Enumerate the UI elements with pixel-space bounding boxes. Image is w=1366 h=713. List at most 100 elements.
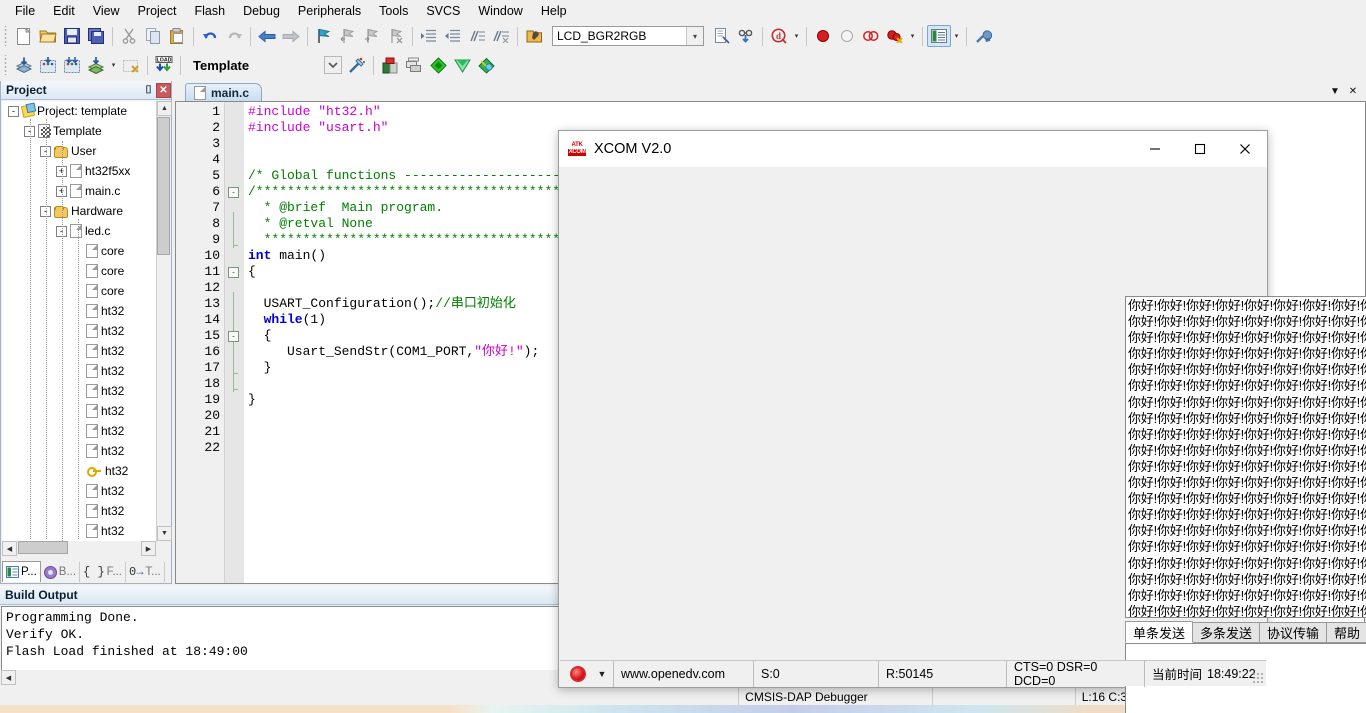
load-download-icon[interactable]: LOAD [152,54,176,76]
translate-icon[interactable] [12,54,36,76]
outdent-icon[interactable] [441,25,465,47]
project-tab-0[interactable]: P... [2,561,41,582]
bookmark-clear-icon[interactable] [384,25,408,47]
tree-item[interactable]: ht32 [2,501,156,521]
tree-hscroll-thumb[interactable] [18,541,68,554]
save-icon[interactable] [60,25,84,47]
indent-icon[interactable] [417,25,441,47]
tree-item[interactable]: ht32 [2,381,156,401]
stop-build-icon[interactable] [119,54,143,76]
manage-windows-dropdown-icon[interactable]: ▾ [951,25,962,47]
fold-toggle-while-body[interactable]: - [228,331,239,342]
tree-item[interactable]: ht32 [2,421,156,441]
collapse-icon[interactable]: - [8,105,19,117]
kill-all-breakpoints-icon[interactable] [883,25,907,47]
project-tab-1[interactable]: B... [40,562,81,582]
pin-icon[interactable]: ⌷ [141,83,156,98]
batch-build-dropdown-icon[interactable]: ▾ [108,54,119,76]
menu-item-project[interactable]: Project [129,1,186,21]
tree-item[interactable]: ht32 [2,461,156,481]
menu-item-peripherals[interactable]: Peripherals [289,1,370,21]
tree-item[interactable]: core [2,241,156,261]
bookmark-next-icon[interactable] [360,25,384,47]
toolbar-grip[interactable] [2,55,10,75]
project-tab-2[interactable]: { } F... [80,562,126,582]
fold-toggle-main-body[interactable]: - [228,267,239,278]
tree-item[interactable]: - Project: template [2,101,156,121]
batch-build-icon[interactable] [84,54,108,76]
tree-item[interactable]: - User [2,141,156,161]
start-debug-icon[interactable]: d [767,25,791,47]
tree-item[interactable]: ht32 [2,521,156,541]
editor-tab-main-c[interactable]: main.c [185,83,263,102]
tree-item[interactable]: ht32 [2,441,156,461]
disable-breakpoint-icon[interactable] [835,25,859,47]
rebuild-icon[interactable] [60,54,84,76]
menu-item-help[interactable]: Help [532,1,576,21]
tree-item[interactable]: - Template [2,121,156,141]
fold-toggle-comment-block[interactable]: - [228,187,239,198]
components-icon[interactable] [426,54,450,76]
tree-item[interactable]: ht32 [2,361,156,381]
paste-icon[interactable] [165,25,189,47]
tree-item[interactable]: ht32 [2,301,156,321]
tree-item[interactable]: ht32 [2,341,156,361]
tree-item[interactable]: core [2,281,156,301]
target-selector-combo[interactable]: Template [189,55,337,75]
tree-item[interactable]: + main.c [2,181,156,201]
manage-windows-icon[interactable] [927,25,951,47]
target-dropdown-icon[interactable] [321,54,345,76]
tree-item[interactable]: ht32 [2,481,156,501]
undo-icon[interactable] [198,25,222,47]
xcom-title-bar[interactable]: ATK XCOM XCOM V2.0 [559,131,1267,167]
editor-close-icon[interactable]: ✕ [1344,83,1362,100]
start-debug-dropdown-icon[interactable]: ▾ [791,25,802,47]
file-properties-icon[interactable] [710,25,734,47]
code-line[interactable]: 1 #include "ht32.h" [176,104,1365,120]
tree-item[interactable]: - led.c [2,221,156,241]
tree-item[interactable]: ht32 [2,401,156,421]
navigate-forward-icon[interactable] [279,25,303,47]
uncomment-icon[interactable] [489,25,513,47]
tree-horizontal-scrollbar[interactable]: ◀ ▶ [2,541,156,556]
tree-item[interactable]: + ht32f5xx [2,161,156,181]
send-tab-1[interactable]: 多条发送 [1192,622,1261,643]
close-icon[interactable] [1222,131,1267,167]
chevron-down-icon[interactable]: ▾ [686,27,703,45]
configuration-wizard-icon[interactable] [522,25,546,47]
minimize-icon[interactable] [1132,131,1177,167]
comment-icon[interactable] [465,25,489,47]
status-dropdown-icon[interactable]: ▼ [591,669,613,679]
open-file-icon[interactable] [36,25,60,47]
scroll-left-icon[interactable]: ◀ [2,541,17,556]
toolbar-grip[interactable] [2,26,10,46]
editor-window-list-icon[interactable]: ▼ [1326,83,1344,100]
scroll-right-icon[interactable]: ▶ [141,541,156,556]
menu-item-window[interactable]: Window [469,1,531,21]
tree-item[interactable]: ht32 [2,321,156,341]
tree-item[interactable]: core [2,261,156,281]
menu-item-debug[interactable]: Debug [234,1,289,21]
menu-item-edit[interactable]: Edit [44,1,84,21]
scroll-down-icon[interactable]: ▼ [157,526,172,541]
bookmark-prev-icon[interactable] [336,25,360,47]
disable-all-breakpoints-icon[interactable] [859,25,883,47]
send-tab-2[interactable]: 协议传输 [1259,622,1328,643]
tree-vertical-scrollbar[interactable]: ▲ ▼ [156,101,172,541]
cut-icon[interactable] [117,25,141,47]
options-target-icon[interactable] [971,25,995,47]
copy-icon[interactable] [141,25,165,47]
navigate-back-icon[interactable] [255,25,279,47]
breakpoints-dropdown-icon[interactable]: ▾ [907,25,918,47]
build-icon[interactable] [36,54,60,76]
project-tab-3[interactable]: 0→ T... [126,562,165,582]
redo-icon[interactable] [222,25,246,47]
tree-item[interactable]: - Hardware [2,201,156,221]
menu-item-flash[interactable]: Flash [185,1,234,21]
maximize-icon[interactable] [1177,131,1222,167]
config-file-combo[interactable]: LCD_BGR2RGB ▾ [552,26,704,46]
menu-item-tools[interactable]: Tools [370,1,417,21]
manage-project-items-icon[interactable] [378,54,402,76]
pack-installer-icon[interactable] [450,54,474,76]
bookmark-toggle-icon[interactable] [312,25,336,47]
